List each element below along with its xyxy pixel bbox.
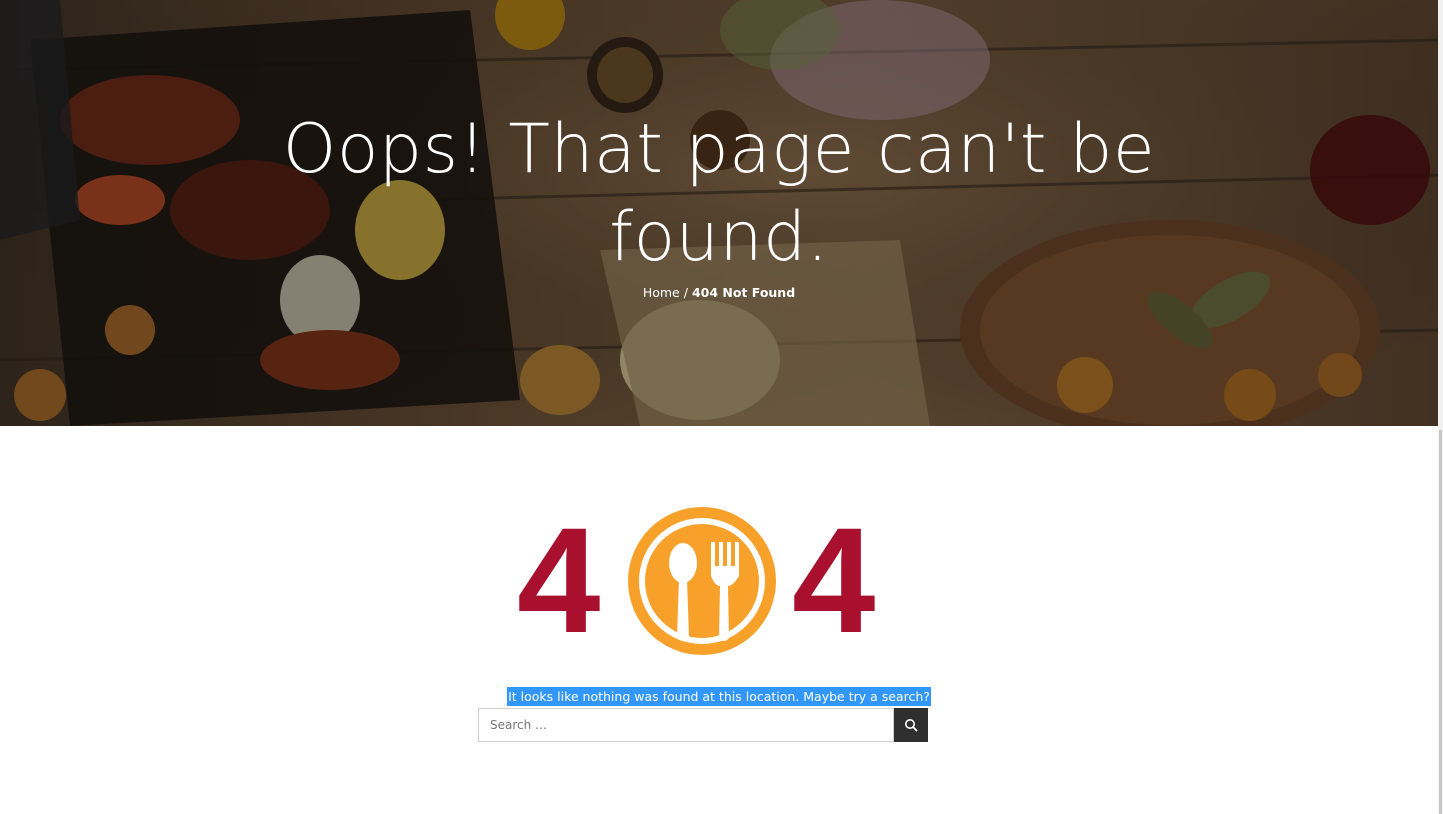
search-form bbox=[478, 708, 928, 742]
search-icon bbox=[905, 719, 918, 732]
hero-banner: Oops! That page can't be found. Home/404… bbox=[0, 0, 1438, 426]
window-scrollbar[interactable] bbox=[1438, 0, 1443, 814]
error-404-graphic: 4 4 bbox=[515, 500, 890, 660]
page: Oops! That page can't be found. Home/404… bbox=[0, 0, 1443, 814]
error-digit-right: 4 bbox=[792, 496, 876, 664]
search-input[interactable] bbox=[478, 708, 894, 742]
scrollbar-thumb[interactable] bbox=[1439, 430, 1442, 814]
breadcrumb-current: 404 Not Found bbox=[691, 285, 796, 300]
search-button[interactable] bbox=[894, 708, 928, 742]
breadcrumb: Home/404 Not Found bbox=[0, 285, 1438, 300]
plate-spoon-fork-icon bbox=[628, 507, 776, 655]
error-digit-left: 4 bbox=[517, 496, 601, 664]
breadcrumb-separator: / bbox=[683, 285, 688, 300]
breadcrumb-home-link[interactable]: Home bbox=[643, 285, 680, 300]
page-title: Oops! That page can't be found. bbox=[282, 110, 1156, 277]
not-found-message: It looks like nothing was found at this … bbox=[0, 686, 1438, 706]
not-found-message-text: It looks like nothing was found at this … bbox=[507, 686, 931, 706]
